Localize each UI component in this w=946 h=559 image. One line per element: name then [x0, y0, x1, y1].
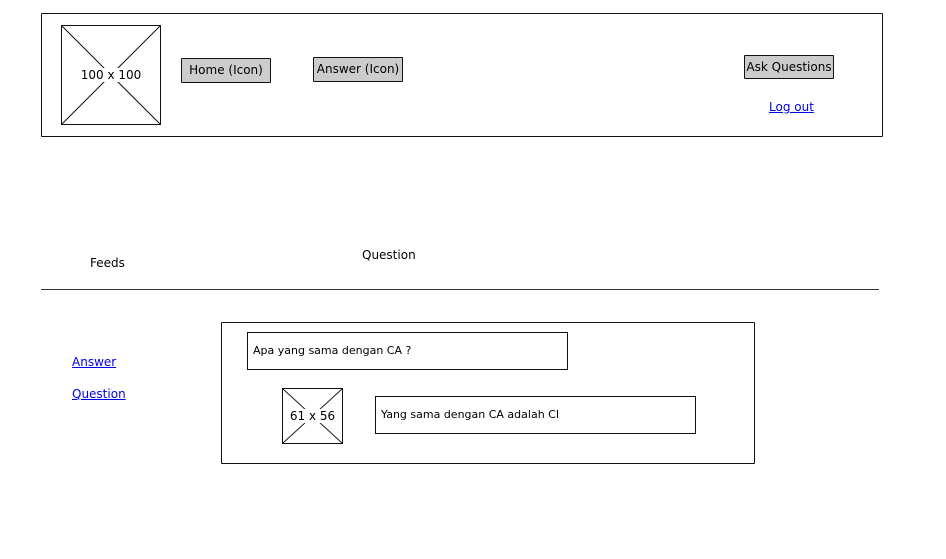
- answer-text-box[interactable]: Yang sama dengan CA adalah CI: [375, 396, 696, 434]
- logo-image-placeholder: 100 x 100: [61, 25, 161, 125]
- answer-button[interactable]: Answer (Icon): [313, 57, 403, 82]
- home-button[interactable]: Home (Icon): [181, 58, 271, 83]
- feeds-title: Feeds: [90, 256, 125, 270]
- logout-link[interactable]: Log out: [769, 100, 814, 114]
- question-title: Question: [362, 248, 416, 262]
- section-divider: [41, 289, 879, 290]
- avatar-size-label: 61 x 56: [288, 409, 337, 423]
- logo-size-label: 100 x 100: [79, 68, 143, 82]
- ask-questions-button[interactable]: Ask Questions: [744, 55, 834, 79]
- avatar: 61 x 56: [282, 388, 343, 444]
- sidebar-item-answer[interactable]: Answer: [72, 355, 116, 369]
- sidebar-item-question[interactable]: Question: [72, 387, 126, 401]
- question-text-box[interactable]: Apa yang sama dengan CA ?: [247, 332, 568, 370]
